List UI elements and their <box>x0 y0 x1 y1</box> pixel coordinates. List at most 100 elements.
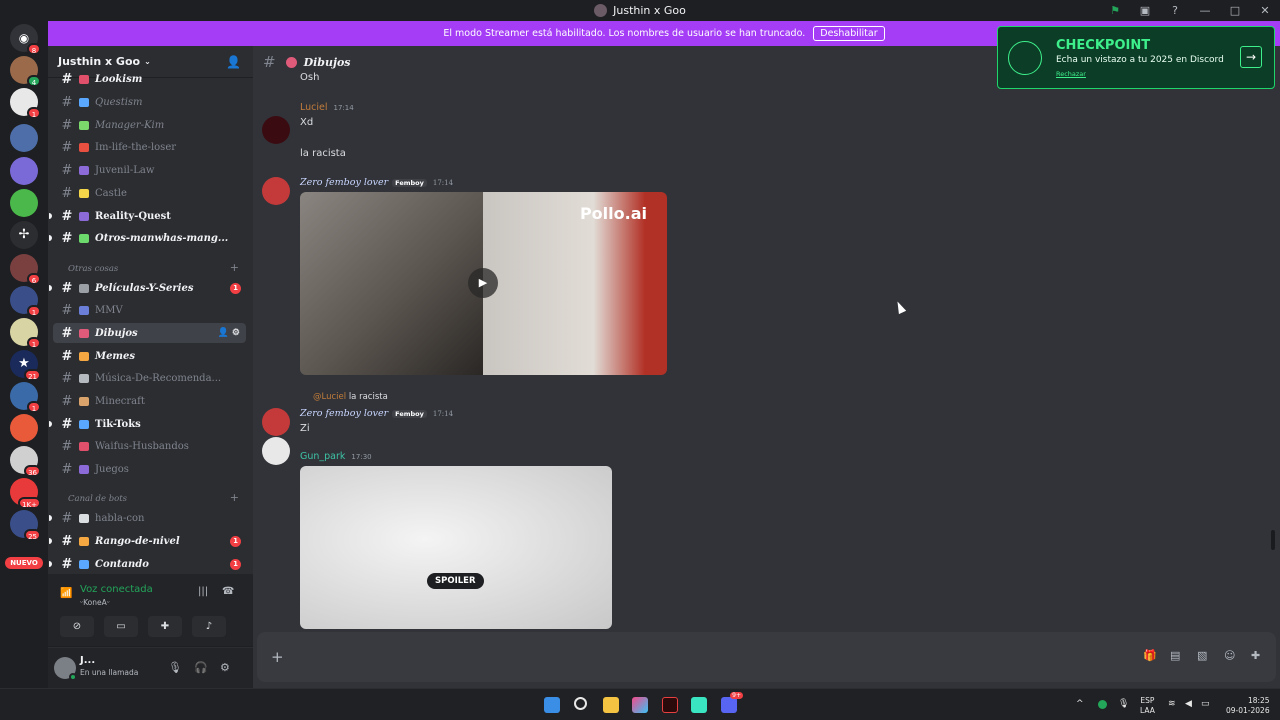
checkpoint-notification[interactable]: CHECKPOINT Echa un vistazo a tu 2025 en … <box>997 26 1275 89</box>
search-icon[interactable] <box>574 697 587 710</box>
add-channel-icon[interactable]: + <box>230 491 239 504</box>
channel-item[interactable]: # Manager-Kim <box>53 115 246 135</box>
author-name[interactable]: Luciel <box>300 102 328 113</box>
channel-item[interactable]: # Películas-Y-Series 1 <box>49 278 246 298</box>
disable-streamer-button[interactable]: Deshabilitar <box>813 26 885 41</box>
file-explorer-icon[interactable] <box>603 697 619 713</box>
message-author[interactable]: Luciel 17:14 <box>300 102 354 113</box>
channel-item[interactable]: # Dibujos 👤 ⚙ <box>53 323 246 343</box>
arrow-right-icon[interactable]: → <box>1240 46 1262 68</box>
inbox-icon[interactable]: ▣ <box>1130 4 1160 17</box>
avatar[interactable] <box>262 116 290 144</box>
status-dot-icon[interactable] <box>1098 700 1107 709</box>
channel-item[interactable]: # Castle <box>53 183 246 203</box>
guild-icon[interactable] <box>10 124 38 152</box>
username[interactable]: J... <box>80 655 95 666</box>
guild-icon[interactable] <box>10 189 38 217</box>
reply-mention[interactable]: @Luciel <box>313 392 346 402</box>
flag-icon[interactable]: ⚑ <box>1100 4 1130 17</box>
category-label[interactable]: Otras cosas <box>68 264 118 274</box>
scrollbar-thumb[interactable] <box>1271 530 1275 550</box>
disconnect-icon[interactable]: ☎ <box>222 586 234 597</box>
guild-icon[interactable]: 1K+ <box>10 478 41 509</box>
language-indicator[interactable]: ESP LAA <box>1140 696 1155 716</box>
channel-item[interactable]: # Reality-Quest <box>49 206 246 226</box>
avatar[interactable] <box>262 437 290 465</box>
guild-icon[interactable]: 1 <box>10 318 41 349</box>
apps-icon[interactable]: ✚ <box>1251 649 1260 662</box>
category-label[interactable]: Canal de bots <box>68 494 127 504</box>
guild-icon[interactable] <box>10 414 38 442</box>
volume-icon[interactable]: ◀ <box>1185 699 1192 709</box>
play-icon[interactable]: ▶ <box>468 268 498 298</box>
camera-off-button[interactable]: ⊘ <box>60 616 94 637</box>
discord-taskbar-icon[interactable]: 9+ <box>721 692 743 713</box>
video-attachment[interactable]: Pollo.ai ▶ <box>300 192 667 375</box>
voice-status-title[interactable]: Voz conectada <box>80 584 153 595</box>
author-name[interactable]: Zero femboy lover <box>300 408 388 419</box>
author-name[interactable]: Zero femboy lover <box>300 177 388 188</box>
emoji-icon[interactable]: ☺ <box>1224 649 1235 662</box>
gif-icon[interactable]: ▤ <box>1170 649 1180 662</box>
message-author[interactable]: Zero femboy lover Femboy 17:14 <box>300 408 453 419</box>
guild-icon[interactable]: 25 <box>10 510 41 541</box>
gear-icon[interactable]: ⚙ <box>220 661 230 674</box>
guild-icon[interactable]: 1 <box>10 286 41 317</box>
guild-icon[interactable]: 4 <box>10 56 41 87</box>
clock[interactable]: 18:25 09-01-2026 <box>1226 696 1270 716</box>
channel-item[interactable]: # Juegos <box>53 459 246 479</box>
sticker-icon[interactable]: ▧ <box>1197 649 1207 662</box>
opera-icon[interactable] <box>662 697 678 713</box>
channel-item[interactable]: # Im-life-the-loser <box>53 137 246 157</box>
avatar[interactable] <box>262 408 290 436</box>
channel-item[interactable]: # Minecraft <box>53 391 246 411</box>
discord-home-icon[interactable]: ◉ 8 <box>10 24 41 55</box>
channel-item[interactable]: # MMV <box>53 300 246 320</box>
screen-share-button[interactable]: ▭ <box>104 616 138 637</box>
maximize-icon[interactable]: □ <box>1220 4 1250 17</box>
wifi-icon[interactable]: ≋ <box>1168 699 1176 709</box>
soundboard-button[interactable]: ♪ <box>192 616 226 637</box>
noise-suppression-icon[interactable]: ||| <box>198 586 208 597</box>
channel-item[interactable]: # Memes <box>53 346 246 366</box>
battery-icon[interactable]: ▭ <box>1201 699 1210 709</box>
channel-item[interactable]: # Música-De-Recomenda... <box>53 368 246 388</box>
channel-item[interactable]: # Contando 1 <box>49 554 246 574</box>
channel-item[interactable]: # Lookism <box>53 69 246 89</box>
microphone-icon[interactable]: 🎙 <box>1118 699 1129 709</box>
message-author[interactable]: Gun_park 17:30 <box>300 451 372 462</box>
spoiler-image[interactable]: SPOILER <box>300 466 612 629</box>
channel-item[interactable]: # Questism <box>53 92 246 112</box>
guild-icon[interactable]: 1 <box>10 382 41 413</box>
app-icon[interactable] <box>632 697 648 713</box>
invite-user-icon[interactable]: 👤 <box>226 55 241 69</box>
reply-preview[interactable]: @Luciel la racista <box>313 392 388 402</box>
activities-button[interactable]: ✚ <box>148 616 182 637</box>
voice-channel-name[interactable]: ᵕKoneAᵕ <box>80 598 110 607</box>
channel-item[interactable]: # habla-con <box>49 508 246 528</box>
headphones-icon[interactable]: 🎧 <box>194 661 208 674</box>
channel-item[interactable]: # Juvenil-Law <box>53 160 246 180</box>
gift-icon[interactable]: 🎁 <box>1143 649 1157 662</box>
author-name[interactable]: Gun_park <box>300 451 345 462</box>
channel-settings-icon[interactable]: 👤 ⚙ <box>218 328 240 338</box>
help-icon[interactable]: ? <box>1160 4 1190 17</box>
add-channel-icon[interactable]: + <box>230 261 239 274</box>
guild-icon[interactable]: 36 <box>10 446 41 477</box>
app-icon[interactable] <box>691 697 707 713</box>
chevron-up-icon[interactable]: ^ <box>1076 699 1084 709</box>
close-icon[interactable]: ✕ <box>1250 4 1280 17</box>
channel-item[interactable]: # Rango-de-nivel 1 <box>49 531 246 551</box>
guild-icon[interactable]: ★ 21 <box>10 350 41 381</box>
microphone-icon[interactable]: 🎙 <box>168 661 182 674</box>
guild-icon[interactable]: ✢ <box>10 221 38 249</box>
guild-icon[interactable]: 1 <box>10 88 41 119</box>
avatar[interactable] <box>262 177 290 205</box>
attach-plus-icon[interactable]: + <box>271 648 284 666</box>
channel-item[interactable]: # Waifus-Husbandos <box>53 436 246 456</box>
message-author[interactable]: Zero femboy lover Femboy 17:14 <box>300 177 453 188</box>
minimize-icon[interactable]: — <box>1190 4 1220 17</box>
channel-item[interactable]: # Tik-Toks <box>49 414 246 434</box>
guild-icon[interactable]: 6 <box>10 254 41 285</box>
dismiss-link[interactable]: Rechazar <box>1056 70 1086 78</box>
